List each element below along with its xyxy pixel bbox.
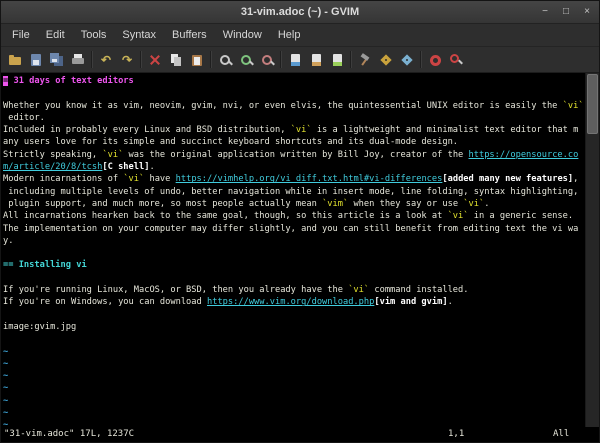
editor-line [3,247,585,259]
save-session-button[interactable] [306,49,326,70]
editor-line [3,272,585,284]
copy-button[interactable] [166,49,186,70]
file-info: "31-vim.adoc" 17L, 1237C [4,427,134,442]
run-script-button[interactable] [327,49,347,70]
editor-line: any users love for its simple and succin… [3,136,585,148]
editor-line: The implementation on your computer may … [3,223,585,235]
editor-line [3,333,585,345]
scrollbar-thumb[interactable] [587,74,598,134]
find-prev-icon [260,53,274,67]
open-button[interactable] [5,49,25,70]
scroll-position-indicator: All [553,427,569,442]
title-bar[interactable]: 31-vim.adoc (~) - GVIM − □ × [1,1,599,24]
gvim-window: 31-vim.adoc (~) - GVIM − □ × FileEditToo… [0,0,600,443]
save-all-icon [50,53,64,67]
toolbar-separator [420,51,422,68]
menu-bar: FileEditToolsSyntaxBuffersWindowHelp [1,24,599,47]
toolbar-separator [140,51,142,68]
tilde-line: ~ [3,395,585,407]
editor-line: image:gvim.jpg [3,321,585,333]
editor-line [3,309,585,321]
editor-line: Strictly speaking, `vi` was the original… [3,149,585,161]
save-button[interactable] [26,49,46,70]
editor-line: Included in probably every Linux and BSD… [3,124,585,136]
make-button[interactable] [355,49,375,70]
redo-button[interactable] [117,49,137,70]
load-session-icon [288,53,302,67]
tilde-line: ~ [3,419,585,427]
command-line: "31-vim.adoc" 17L, 1237C 1,1 All [1,427,599,442]
toolbar [1,47,599,73]
minimize-icon[interactable]: − [538,5,552,19]
scrollbar[interactable] [585,73,599,427]
editor-line: editor. [3,112,585,124]
save-icon [29,53,43,67]
find-replace-button[interactable] [215,49,235,70]
editor-line: = 31 days of text editors [3,75,585,87]
find-prev-button[interactable] [257,49,277,70]
editor-line: Whether you know it as vim, neovim, gvim… [3,100,585,112]
make-icon [358,53,372,67]
find-help-icon [449,53,463,67]
help-button[interactable] [425,49,445,70]
editor-line: If you're on Windows, you can download h… [3,296,585,308]
tilde-line: ~ [3,382,585,394]
cut-button[interactable] [145,49,165,70]
editor-text-area[interactable]: = 31 days of text editors Whether you kno… [1,73,585,427]
editor-line: All incarnations hearken back to the sam… [3,210,585,222]
save-all-button[interactable] [47,49,67,70]
copy-icon [169,53,183,67]
toolbar-separator [210,51,212,68]
tilde-line: ~ [3,370,585,382]
undo-icon [99,53,113,67]
editor: = 31 days of text editors Whether you kno… [1,73,599,442]
undo-button[interactable] [96,49,116,70]
save-session-icon [309,53,323,67]
editor-line: == Installing vi [3,259,585,271]
tilde-line: ~ [3,346,585,358]
toolbar-separator [280,51,282,68]
close-icon[interactable]: × [580,5,594,19]
print-button[interactable] [68,49,88,70]
editor-line [3,87,585,99]
tag-jump-icon [400,53,414,67]
tag-jump-button[interactable] [397,49,417,70]
run-script-icon [330,53,344,67]
window-title: 31-vim.adoc (~) - GVIM [241,6,359,18]
find-help-button[interactable] [446,49,466,70]
cut-icon [148,53,162,67]
open-icon [8,53,22,67]
menu-item-file[interactable]: File [4,24,38,46]
print-icon [71,53,85,67]
paste-button[interactable] [187,49,207,70]
tilde-line: ~ [3,358,585,370]
find-next-button[interactable] [236,49,256,70]
run-ctags-icon [379,53,393,67]
editor-line: plugin support, and much more, so most p… [3,198,585,210]
menu-item-syntax[interactable]: Syntax [114,24,164,46]
window-controls: − □ × [538,1,594,23]
redo-icon [120,53,134,67]
load-session-button[interactable] [285,49,305,70]
editor-line: m/article/20/8/tcsh[C shell]. [3,161,585,173]
editor-line: including multiple levels of undo, bette… [3,186,585,198]
menu-item-buffers[interactable]: Buffers [164,24,215,46]
toolbar-separator [91,51,93,68]
help-icon [428,53,442,67]
editor-line: If you're running Linux, MacOS, or BSD, … [3,284,585,296]
editor-line: Modern incarnations of `vi` have https:/… [3,173,585,185]
tilde-line: ~ [3,407,585,419]
run-ctags-button[interactable] [376,49,396,70]
maximize-icon[interactable]: □ [559,5,573,19]
menu-item-help[interactable]: Help [270,24,309,46]
find-replace-icon [218,53,232,67]
toolbar-separator [350,51,352,68]
menu-item-tools[interactable]: Tools [73,24,115,46]
menu-item-window[interactable]: Window [215,24,270,46]
editor-line: y. [3,235,585,247]
ruler-position: 1,1 [448,427,464,442]
paste-icon [190,53,204,67]
menu-item-edit[interactable]: Edit [38,24,73,46]
find-next-icon [239,53,253,67]
